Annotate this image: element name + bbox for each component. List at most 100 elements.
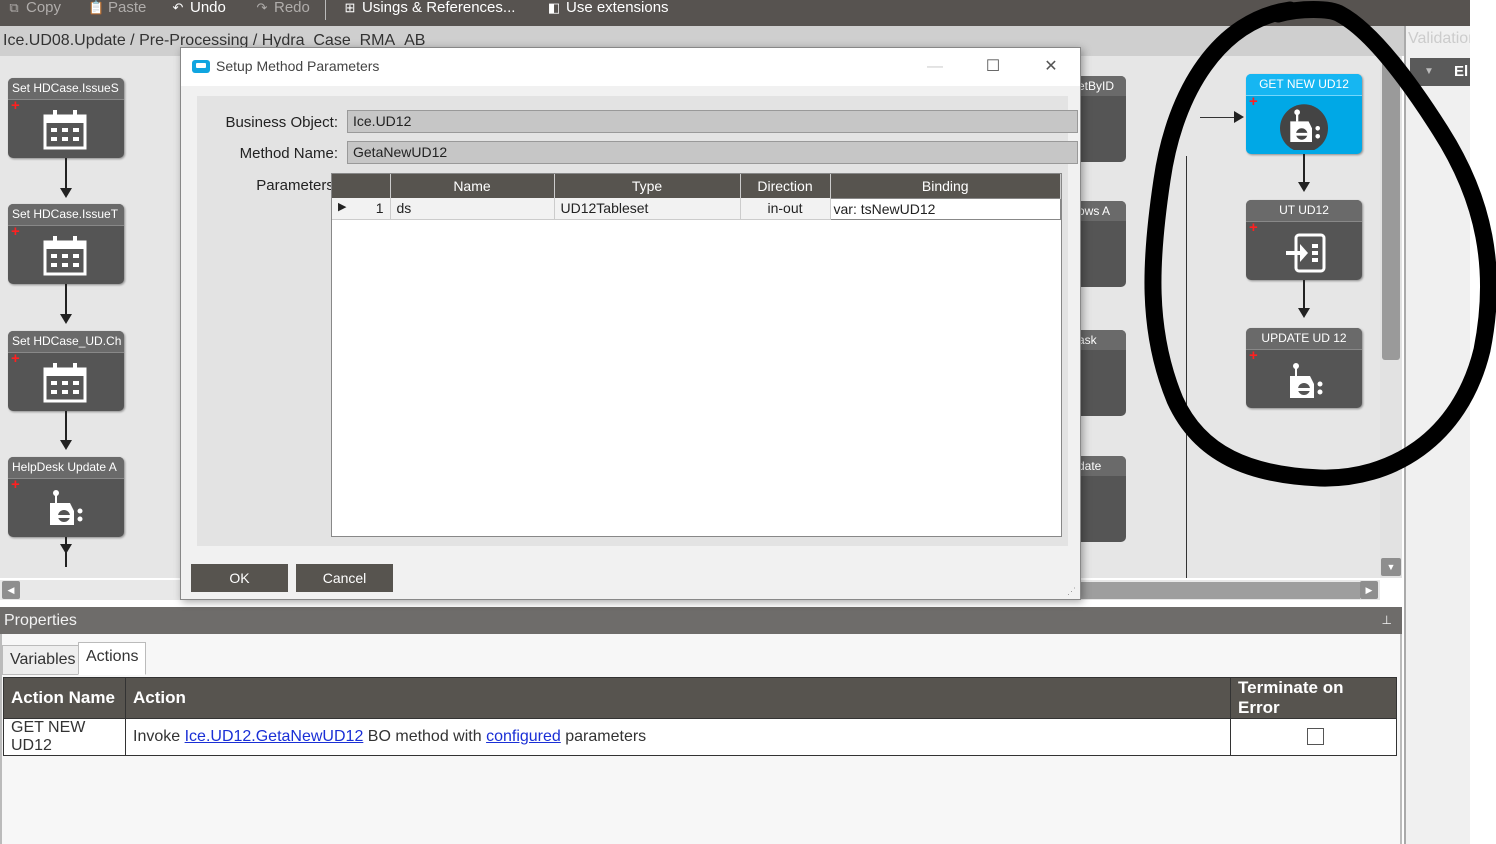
connector-line: [1303, 154, 1305, 182]
action-middle: BO method with: [367, 728, 482, 745]
node-title: Set HDCase_UD.Ch: [8, 331, 124, 353]
column-header-terminate-on-error[interactable]: Terminate on Error: [1230, 677, 1397, 719]
resize-grip-icon[interactable]: ⋰: [1067, 586, 1077, 596]
validation-panel: [1404, 26, 1470, 844]
copy-label: Copy: [26, 0, 62, 16]
row-index-cell[interactable]: ▶ 1: [332, 198, 391, 220]
workflow-node[interactable]: HelpDesk Update A +: [8, 457, 124, 537]
workflow-node[interactable]: Set HDCase.IssueT +: [8, 204, 124, 284]
workflow-node-ut-ud12[interactable]: UT UD12 +: [1246, 200, 1362, 280]
calendar-icon: [43, 363, 87, 403]
properties-title: Properties: [4, 612, 77, 629]
add-icon[interactable]: +: [1249, 348, 1258, 363]
paste-label: Paste: [108, 0, 147, 16]
business-object-label: Business Object:: [225, 114, 338, 131]
table-row[interactable]: ▶ 1 ds UD12Tableset in-out var: tsNewUD1…: [332, 197, 1061, 220]
usings-label: Usings & References...: [362, 0, 516, 16]
add-icon[interactable]: +: [1249, 220, 1258, 235]
tab-actions[interactable]: Actions: [78, 642, 147, 675]
use-extensions-button[interactable]: ◧ Use extensions: [546, 0, 669, 16]
node-title: GET NEW UD12: [1246, 74, 1362, 96]
undo-label: Undo: [190, 0, 226, 16]
parameters-label: Parameters:: [256, 177, 338, 194]
grid-header-type[interactable]: Type: [554, 174, 741, 198]
add-icon[interactable]: +: [11, 98, 20, 113]
configured-link[interactable]: configured: [486, 728, 561, 745]
action-suffix: parameters: [565, 728, 647, 745]
param-name-cell[interactable]: ds: [390, 198, 555, 220]
node-title: Set HDCase.IssueT: [8, 204, 124, 226]
ok-button[interactable]: OK: [191, 564, 288, 592]
usings-references-button[interactable]: ⊞ Usings & References...: [342, 0, 516, 16]
close-icon[interactable]: ✕: [1037, 54, 1065, 80]
scroll-down-button[interactable]: ▼: [1381, 558, 1401, 576]
triangle-down-icon: ▼: [1386, 562, 1396, 572]
connector-arrow: [60, 314, 72, 324]
copy-button[interactable]: ⧉ Copy: [6, 0, 61, 16]
add-icon[interactable]: +: [11, 224, 20, 239]
terminate-on-error-checkbox[interactable]: [1306, 728, 1324, 746]
tab-variables[interactable]: Variables: [2, 645, 84, 675]
validation-column-header[interactable]: ▼ El: [1410, 58, 1470, 86]
column-header-action[interactable]: Action: [125, 677, 1231, 719]
grid-header-binding[interactable]: Binding: [830, 174, 1061, 198]
current-row-icon: ▶: [338, 201, 347, 213]
action-name-cell[interactable]: GET NEW UD12: [3, 718, 126, 756]
vertical-scrollbar-thumb[interactable]: [1382, 56, 1400, 360]
connector-arrow: [60, 544, 72, 554]
table-row[interactable]: GET NEW UD12 Invoke Ice.UD12.GetaNewUD12…: [3, 718, 1397, 756]
maximize-icon[interactable]: ☐: [979, 54, 1007, 80]
add-icon[interactable]: +: [11, 477, 20, 492]
table-header-row: Action Name Action Terminate on Error: [3, 677, 1397, 719]
bo-method-link[interactable]: Ice.UD12.GetaNewUD12: [185, 728, 364, 745]
add-icon[interactable]: +: [1249, 94, 1258, 109]
scroll-right-button[interactable]: ▶: [1360, 581, 1378, 599]
method-name-field: GetaNewUD12: [347, 141, 1078, 164]
actions-table: Action Name Action Terminate on Error GE…: [3, 677, 1397, 756]
triangle-left-icon: ◀: [7, 585, 15, 595]
column-header-action-name[interactable]: Action Name: [3, 677, 126, 719]
connector-line: [65, 411, 67, 441]
workflow-node-update-ud12[interactable]: UPDATE UD 12 +: [1246, 328, 1362, 408]
grid-header-row-index: [332, 174, 391, 198]
redo-button[interactable]: ↷ Redo: [254, 0, 310, 16]
minimize-icon[interactable]: —: [921, 54, 949, 80]
node-title: UPDATE UD 12: [1246, 328, 1362, 350]
undo-button[interactable]: ↶ Undo: [170, 0, 226, 16]
paste-button[interactable]: 📋 Paste: [88, 0, 146, 16]
workflow-node[interactable]: Set HDCase_UD.Ch +: [8, 331, 124, 411]
node-title: UT UD12: [1246, 200, 1362, 222]
method-name-label: Method Name:: [239, 145, 338, 162]
connector-line: [65, 284, 67, 314]
connector-arrow: [1298, 308, 1310, 318]
grid-header-name[interactable]: Name: [390, 174, 555, 198]
properties-header: Properties ⊥: [0, 607, 1402, 634]
calendar-icon: [43, 236, 87, 276]
bo-method-icon: [1290, 363, 1323, 398]
param-binding-cell[interactable]: var: tsNewUD12: [829, 197, 1061, 220]
workflow-node[interactable]: Set HDCase.IssueS +: [8, 78, 124, 158]
validation-header: Validation: [1408, 30, 1470, 47]
add-icon[interactable]: +: [11, 351, 20, 366]
grid-header-direction[interactable]: Direction: [740, 174, 831, 198]
filter-dropdown-icon[interactable]: ▼: [1424, 58, 1434, 86]
cancel-button[interactable]: Cancel: [296, 564, 393, 592]
redo-label: Redo: [274, 0, 310, 16]
bo-method-icon: [50, 490, 83, 525]
setup-method-parameters-dialog: Setup Method Parameters — ☐ ✕ Business O…: [180, 47, 1081, 600]
scroll-left-button[interactable]: ◀: [2, 581, 20, 599]
connector-line: [65, 158, 67, 188]
action-cell[interactable]: Invoke Ice.UD12.GetaNewUD12 BO method wi…: [125, 718, 1231, 756]
extensions-label: Use extensions: [566, 0, 669, 16]
connector-line: [1200, 117, 1236, 118]
exit-icon: [1286, 233, 1326, 273]
bo-method-icon: [1280, 104, 1328, 150]
dialog-title-bar[interactable]: Setup Method Parameters — ☐ ✕: [181, 48, 1080, 86]
validation-column-label: El: [1454, 63, 1469, 80]
workflow-node-get-new-ud12[interactable]: GET NEW UD12 +: [1246, 74, 1362, 154]
param-direction-cell[interactable]: in-out: [740, 198, 831, 220]
node-title: HelpDesk Update A: [8, 457, 124, 479]
pin-icon[interactable]: ⊥: [1382, 607, 1392, 634]
param-type-cell[interactable]: UD12Tableset: [554, 198, 741, 220]
parameters-grid: Name Type Direction Binding ▶ 1 ds UD12T…: [331, 173, 1062, 537]
